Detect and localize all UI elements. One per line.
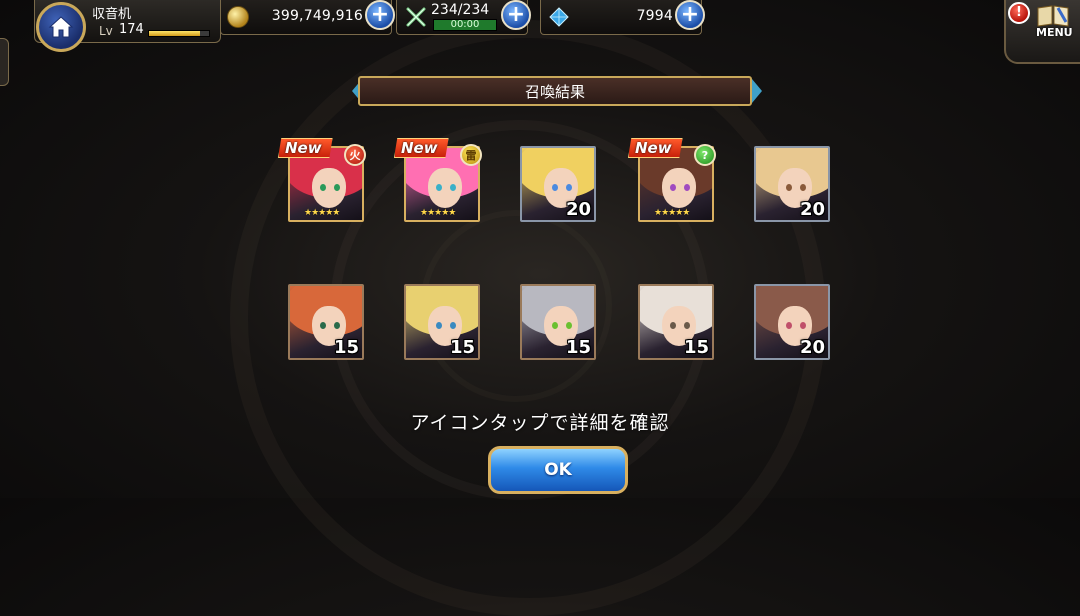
portrait-eye <box>334 184 340 191</box>
portrait-eye <box>320 322 326 329</box>
portrait-eye <box>786 322 792 329</box>
thunder-element-icon: 雷 <box>460 144 482 166</box>
gold-amount: 399,749,916 <box>271 8 363 24</box>
portrait-eye <box>566 184 572 191</box>
stamina-timer: 00:00 <box>433 19 497 31</box>
portrait-face <box>428 168 462 208</box>
portrait-eye <box>450 184 456 191</box>
portrait-eye <box>450 322 456 329</box>
home-button[interactable] <box>36 2 86 52</box>
rarity-stars: ★★★★★ <box>654 208 690 218</box>
character-card[interactable]: 20 <box>754 146 830 222</box>
player-name: 収音机 <box>92 7 132 22</box>
stamina-panel: 234/234 00:00 + <box>396 0 531 35</box>
portrait-eye <box>670 184 676 191</box>
gem-amount: 7994 <box>636 8 673 24</box>
portrait-face <box>662 168 696 208</box>
alert-badge: ! <box>1008 2 1030 24</box>
player-level: 174 <box>119 22 144 37</box>
exp-bar <box>148 30 210 37</box>
portrait-eye <box>552 322 558 329</box>
rarity-stars: ★★★★★ <box>304 208 340 218</box>
portrait-eye <box>552 184 558 191</box>
character-card[interactable]: 20 <box>754 284 830 360</box>
wind-element-icon: ? <box>694 144 716 166</box>
tap-hint-text: アイコンタップで詳細を確認 <box>410 412 670 434</box>
portrait-eye <box>566 322 572 329</box>
new-badge: New <box>278 138 333 158</box>
menu-label: MENU <box>1036 26 1073 39</box>
character-card[interactable]: 15 <box>520 284 596 360</box>
new-badge: New <box>628 138 683 158</box>
portrait-eye <box>670 322 676 329</box>
rarity-stars: ★★★★★ <box>420 208 456 218</box>
home-icon <box>48 16 74 38</box>
stamina-value: 234/234 <box>431 2 490 18</box>
portrait-eye <box>800 184 806 191</box>
character-level: 15 <box>683 337 709 358</box>
portrait-eye <box>320 184 326 191</box>
new-badge: New <box>394 138 449 158</box>
portrait-eye <box>436 322 442 329</box>
side-drawer-tab[interactable] <box>0 38 9 86</box>
summon-result-title: 召喚結果 <box>358 76 752 106</box>
character-card[interactable]: 20 <box>520 146 596 222</box>
portrait-face <box>312 168 346 208</box>
fire-element-icon: 火 <box>344 144 366 166</box>
add-gold-button[interactable]: + <box>365 0 395 30</box>
portrait-eye <box>436 184 442 191</box>
character-level: 15 <box>565 337 591 358</box>
portrait-eye <box>684 322 690 329</box>
portrait-eye <box>334 322 340 329</box>
gem-panel: 7994 + <box>540 0 705 35</box>
gold-coin-icon <box>227 6 249 28</box>
character-card[interactable]: 15 <box>288 284 364 360</box>
portrait-eye <box>684 184 690 191</box>
gold-panel: 399,749,916 + <box>220 0 395 35</box>
character-level: 20 <box>799 337 825 358</box>
crossed-swords-icon <box>406 7 426 27</box>
character-level: 20 <box>799 199 825 220</box>
level-label: Lv <box>99 24 113 38</box>
exp-bar-fill <box>149 31 200 36</box>
portrait-eye <box>786 184 792 191</box>
ok-button[interactable]: OK <box>488 446 628 494</box>
character-level: 15 <box>449 337 475 358</box>
top-status-bar: 収音机 Lv 174 399,749,916 + 234/234 00:00 +… <box>0 0 1080 64</box>
character-level: 20 <box>565 199 591 220</box>
character-level: 15 <box>333 337 359 358</box>
portrait-eye <box>800 322 806 329</box>
add-gem-button[interactable]: + <box>675 0 705 30</box>
menu-book-icon <box>1037 5 1069 27</box>
character-card[interactable]: 15 <box>404 284 480 360</box>
gem-icon <box>549 7 569 27</box>
ribbon-right-ornament <box>752 79 762 103</box>
character-card[interactable]: 15 <box>638 284 714 360</box>
add-stamina-button[interactable]: + <box>501 0 531 30</box>
